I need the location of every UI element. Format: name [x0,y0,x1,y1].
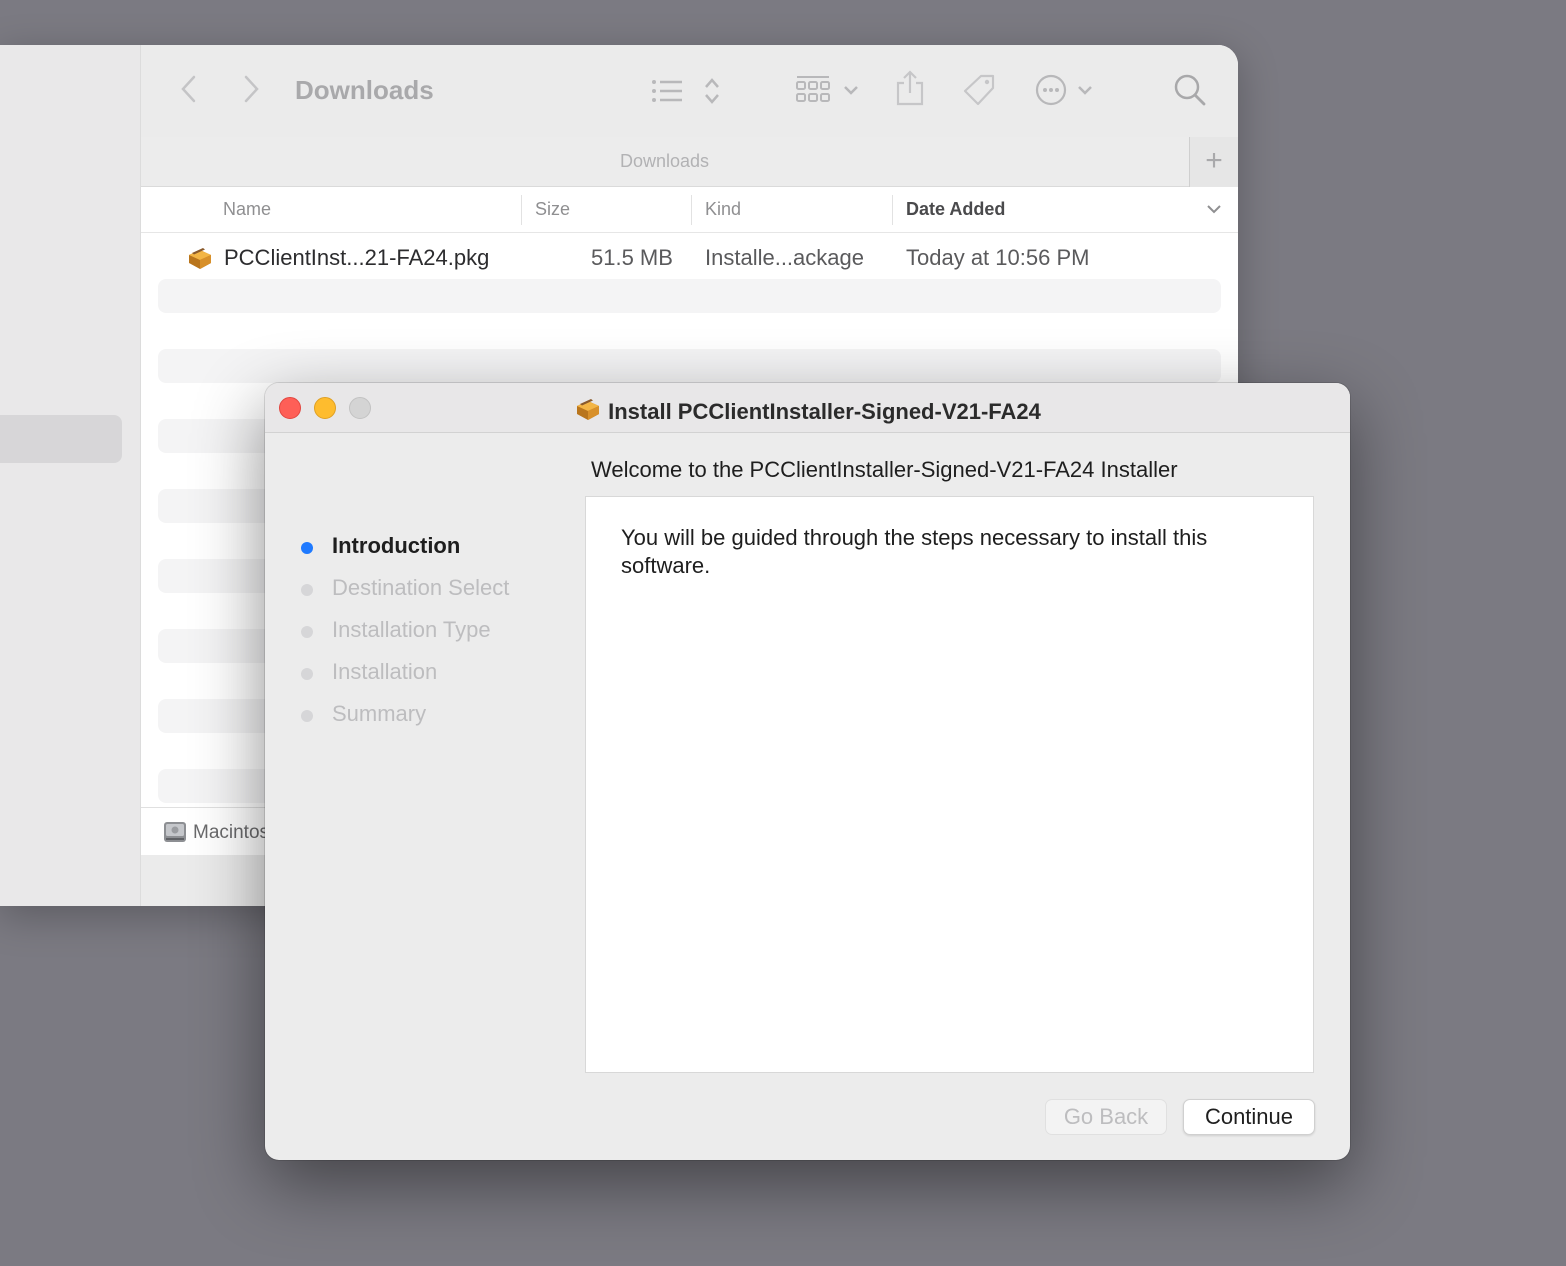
search-icon[interactable] [1173,73,1207,107]
installer-content-pane: You will be guided through the steps nec… [585,496,1314,1073]
sidebar-selected-item[interactable] [0,415,122,463]
file-size: 51.5 MB [591,245,673,270]
file-name: PCClientInst...21-FA24.pkg [224,245,490,270]
go-back-button[interactable]: Go Back [1045,1099,1167,1135]
list-view-icon[interactable] [650,75,720,107]
column-size[interactable]: Size [535,199,570,220]
forward-icon[interactable] [241,73,261,105]
column-divider[interactable] [691,195,692,225]
step-indicator-icon [301,668,313,680]
continue-button[interactable]: Continue [1183,1099,1315,1135]
installer-titlebar[interactable]: Install PCClientInstaller-Signed-V21-FA2… [265,383,1350,433]
tab-downloads[interactable]: Downloads [141,151,1188,172]
step-installation: Installation [299,659,509,701]
file-row[interactable]: PCClientInst...21-FA24.pkg 51.5 MB Insta… [158,241,1221,277]
step-label: Introduction [332,533,461,558]
step-indicator-icon [301,626,313,638]
introduction-text: You will be guided through the steps nec… [621,525,1208,578]
finder-title: Downloads [295,75,434,105]
step-installation-type: Installation Type [299,617,509,659]
tab-bar: Downloads + [141,137,1238,187]
installer-window: Install PCClientInstaller-Signed-V21-FA2… [265,383,1350,1160]
welcome-heading: Welcome to the PCClientInstaller-Signed-… [591,457,1178,482]
step-summary: Summary [299,701,509,743]
column-divider[interactable] [521,195,522,225]
back-icon[interactable] [179,73,199,105]
step-destination-select: Destination Select [299,575,509,617]
more-actions-icon[interactable] [1034,73,1098,107]
column-name[interactable]: Name [223,199,271,220]
column-divider[interactable] [892,195,893,225]
column-kind[interactable]: Kind [705,199,741,220]
installer-title: Install PCClientInstaller-Signed-V21-FA2… [265,395,1350,429]
installer-steps: Introduction Destination Select Installa… [299,533,509,743]
step-indicator-icon [301,584,313,596]
empty-row-stripe [158,279,1221,313]
step-label: Installation [332,659,438,684]
package-icon [574,395,602,429]
step-label: Summary [332,701,427,726]
step-label: Destination Select [332,575,510,600]
group-by-icon[interactable] [796,73,862,107]
sort-chevron-icon[interactable] [1206,197,1222,226]
column-date-added[interactable]: Date Added [906,199,1005,220]
finder-toolbar: Downloads [141,45,1238,137]
step-label: Installation Type [332,617,491,642]
step-introduction: Introduction [299,533,509,575]
new-tab-button[interactable]: + [1189,137,1238,187]
package-icon [186,244,214,278]
empty-row-stripe [158,349,1221,383]
column-header: Name Size Kind Date Added [141,187,1238,233]
step-indicator-icon [301,542,313,554]
step-indicator-icon [301,710,313,722]
installer-title-text: Install PCClientInstaller-Signed-V21-FA2… [608,399,1041,424]
file-kind: Installe...ackage [705,245,864,270]
finder-sidebar [0,45,141,906]
tag-icon[interactable] [961,73,997,107]
share-icon[interactable] [895,69,925,107]
hard-disk-icon [163,820,187,850]
file-date-added: Today at 10:56 PM [906,245,1090,270]
